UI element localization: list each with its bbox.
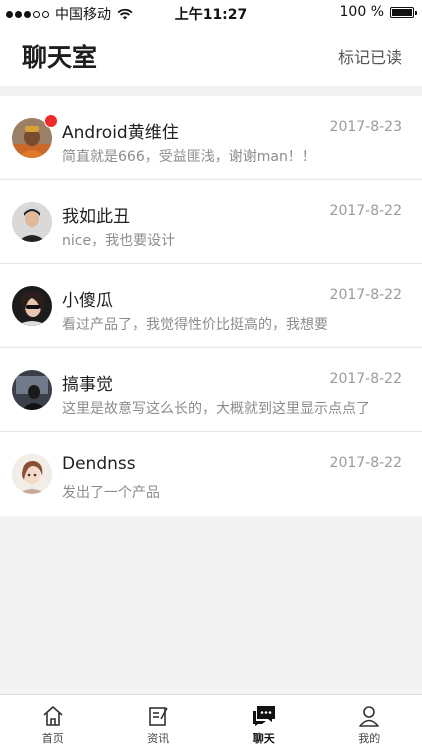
chat-preview: nice，我也要设计 bbox=[62, 233, 176, 249]
battery-icon bbox=[390, 6, 417, 18]
chat-name: Dendnss bbox=[62, 454, 136, 474]
chat-date: 2017-8-22 bbox=[329, 371, 402, 387]
chat-date: 2017-8-23 bbox=[329, 119, 402, 135]
chat-preview: 发出了一个产品 bbox=[62, 485, 160, 501]
chat-preview: 简直就是666，受益匪浅，谢谢man！！ bbox=[62, 149, 316, 165]
chat-icon bbox=[252, 706, 275, 726]
page-title: 聊天室 bbox=[22, 43, 98, 72]
tab-label: 首页 bbox=[41, 732, 64, 745]
chat-date: 2017-8-22 bbox=[329, 287, 402, 303]
battery-percent: 100 % bbox=[339, 4, 384, 20]
tab-bar: 首页 资讯 聊天 我的 bbox=[0, 694, 422, 750]
tab-label: 我的 bbox=[358, 732, 381, 745]
chat-item[interactable]: Android黄维住 2017-8-23 简直就是666，受益匪浅，谢谢man！… bbox=[0, 96, 422, 180]
battery-area: 100 % bbox=[339, 4, 417, 20]
tab-news[interactable]: 资讯 bbox=[106, 695, 212, 750]
chat-item[interactable]: Dendnss 2017-8-22 发出了一个产品 bbox=[0, 432, 422, 516]
mark-all-read-button[interactable]: 标记已读 bbox=[338, 44, 402, 68]
chat-name: 搞事觉 bbox=[62, 375, 113, 395]
chat-item[interactable]: 我如此丑 2017-8-22 nice，我也要设计 bbox=[0, 180, 422, 264]
chat-preview: 这里是故意写这么长的，大概就到这里显示点点了 bbox=[62, 401, 370, 417]
user-icon bbox=[359, 706, 380, 727]
chat-list: Android黄维住 2017-8-23 简直就是666，受益匪浅，谢谢man！… bbox=[0, 96, 422, 516]
news-icon bbox=[149, 707, 168, 726]
nav-bar: 聊天室 标记已读 bbox=[0, 24, 422, 86]
chat-name: 小傻瓜 bbox=[62, 291, 113, 311]
chat-item[interactable]: 搞事觉 2017-8-22 这里是故意写这么长的，大概就到这里显示点点了 bbox=[0, 348, 422, 432]
chat-item[interactable]: 小傻瓜 2017-8-22 看过产品了，我觉得性价比挺高的，我想要 bbox=[0, 264, 422, 348]
tab-home[interactable]: 首页 bbox=[0, 695, 106, 750]
home-icon bbox=[43, 706, 63, 726]
chat-date: 2017-8-22 bbox=[329, 203, 402, 219]
avatar bbox=[12, 370, 52, 410]
chat-name: Android黄维住 bbox=[62, 123, 179, 143]
tab-me[interactable]: 我的 bbox=[317, 695, 422, 750]
chat-name: 我如此丑 bbox=[62, 207, 130, 227]
avatar bbox=[12, 202, 52, 242]
chat-preview: 看过产品了，我觉得性价比挺高的，我想要 bbox=[62, 317, 328, 333]
tab-label: 资讯 bbox=[147, 732, 170, 745]
tab-chat[interactable]: 聊天 bbox=[211, 695, 317, 750]
unread-badge bbox=[44, 114, 58, 128]
status-bar: 中国移动 上午11:27 100 % bbox=[0, 0, 422, 24]
avatar bbox=[12, 286, 52, 326]
chat-date: 2017-8-22 bbox=[329, 455, 402, 471]
tab-label: 聊天 bbox=[252, 732, 275, 745]
avatar bbox=[12, 454, 52, 494]
